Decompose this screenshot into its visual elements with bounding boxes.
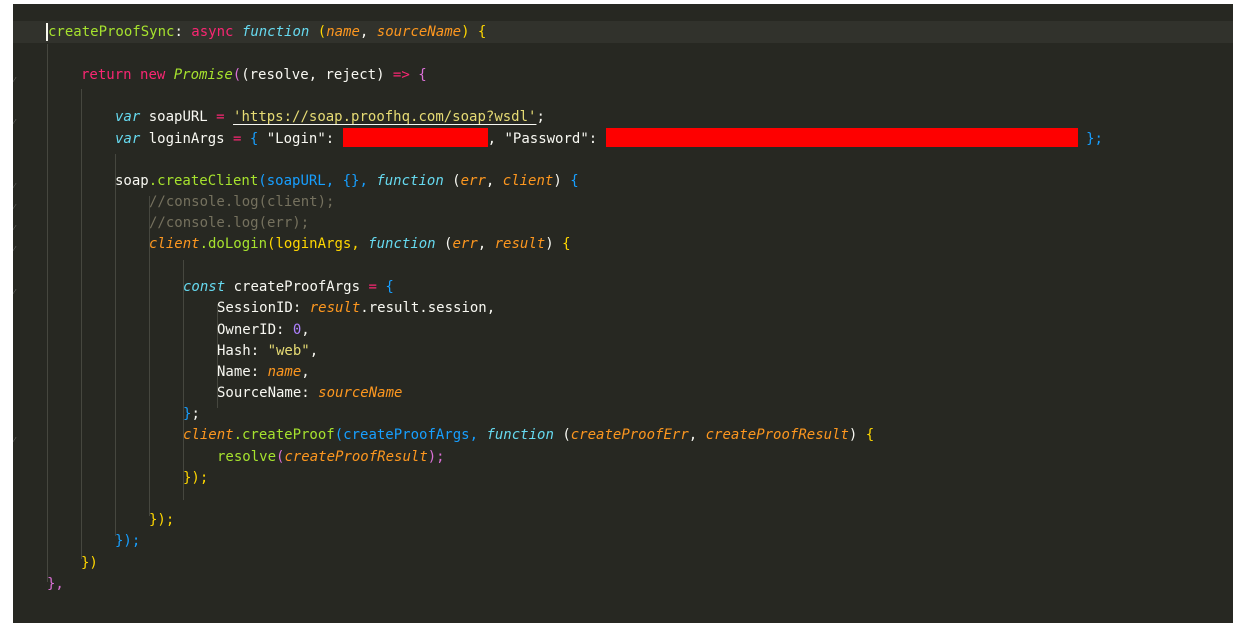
- code-line-20[interactable]: client.createProof(createProofArgs, func…: [13, 424, 1233, 446]
- code-line-1[interactable]: createProofSync: async function (name, s…: [13, 21, 1233, 43]
- redacted-password-value: [605, 128, 1078, 147]
- code-editor[interactable]: ⁄ ⁄ ⁄ ⁄ ⁄ ⁄ ⁄ ⁄ ⁄ createProofSync: async…: [13, 4, 1233, 623]
- code-line-9[interactable]: //console.log(client);: [13, 191, 1233, 213]
- code-line-27[interactable]: },: [13, 573, 1233, 595]
- code-line-3[interactable]: return new Promise((resolve, reject) => …: [13, 64, 1233, 86]
- code-line-13[interactable]: const createProofArgs = {: [13, 276, 1233, 298]
- redacted-login-value: [342, 128, 488, 147]
- code-line-17[interactable]: Name: name,: [13, 361, 1233, 383]
- code-line-5[interactable]: var soapURL = 'https://soap.proofhq.com/…: [13, 106, 1233, 128]
- code-line-18[interactable]: SourceName: sourceName: [13, 382, 1233, 404]
- comment-text: //console.log(client);: [149, 194, 335, 210]
- code-line-24[interactable]: });: [13, 509, 1233, 531]
- code-line-29[interactable]: .: [13, 612, 1233, 623]
- code-line-19[interactable]: };: [13, 403, 1233, 425]
- method-name: createProofSync: [48, 24, 175, 40]
- code-line-16[interactable]: Hash: "web",: [13, 340, 1233, 362]
- code-line-10[interactable]: //console.log(err);: [13, 212, 1233, 234]
- code-line-11[interactable]: client.doLogin(loginArgs, function (err,…: [13, 233, 1233, 255]
- code-line-25[interactable]: });: [13, 530, 1233, 552]
- code-line-6[interactable]: var loginArgs = { "Login": , "Password":…: [13, 128, 1233, 150]
- comment-text: //console.log(err);: [149, 215, 310, 231]
- code-line-21[interactable]: resolve(createProofResult);: [13, 446, 1233, 468]
- code-line-8[interactable]: soap.createClient(soapURL, {}, function …: [13, 170, 1233, 192]
- soap-url-string[interactable]: 'https://soap.proofhq.com/soap?wsdl': [233, 109, 536, 125]
- code-line-22[interactable]: });: [13, 467, 1233, 489]
- code-line-15[interactable]: OwnerID: 0,: [13, 319, 1233, 341]
- code-line-26[interactable]: }): [13, 552, 1233, 574]
- code-line-14[interactable]: SessionID: result.result.session,: [13, 297, 1233, 319]
